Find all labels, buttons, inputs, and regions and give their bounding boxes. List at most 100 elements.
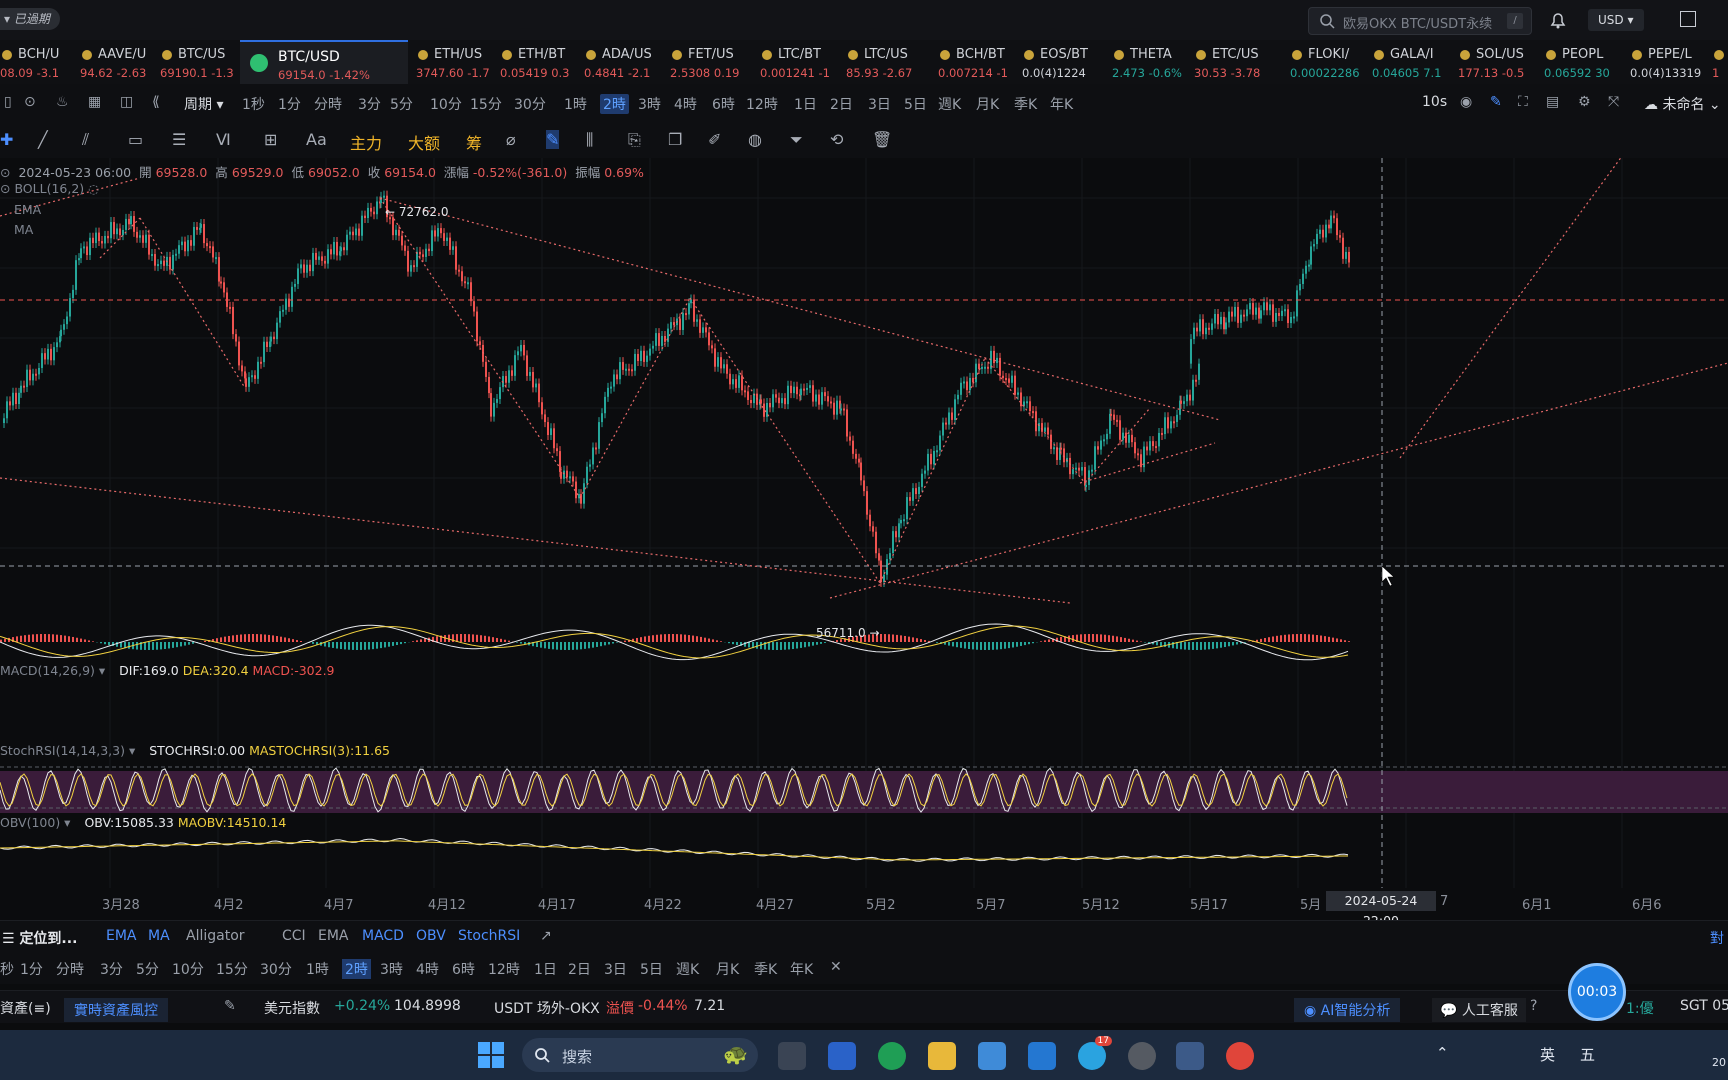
indicator-item[interactable]: OBV	[416, 928, 446, 944]
meeting-icon[interactable]	[1028, 1042, 1056, 1070]
bottom-timeframe-item[interactable]: 分時	[56, 959, 84, 979]
camera-icon[interactable]: ◉	[1460, 94, 1472, 110]
bottom-timeframe-item[interactable]: 3日	[604, 959, 627, 979]
bottom-timeframe-item[interactable]: 12時	[488, 959, 520, 979]
recording-timer[interactable]: 00:03	[1568, 963, 1626, 1021]
ticker-tab[interactable]: BTC/US 69190.1 -1.3	[160, 40, 238, 84]
timeframe-item[interactable]: 2日	[830, 94, 853, 114]
ticker-tab[interactable]: PEOPL 0.06592 30	[1544, 40, 1628, 84]
settings-icon[interactable]: ⚙	[1578, 94, 1591, 110]
timeframe-item[interactable]: 月K	[976, 94, 999, 114]
bottom-timeframe-item[interactable]: 1日	[534, 959, 557, 979]
timeframe-item[interactable]: 15分	[470, 94, 502, 114]
timeframe-item[interactable]: 5日	[904, 94, 927, 114]
note-icon[interactable]: ✐	[708, 130, 721, 149]
ticker-tab[interactable]: EOS/BT 0.0(4)1224	[1022, 40, 1110, 84]
ticker-tab[interactable]: ETH/BT 0.05419 0.3	[500, 40, 582, 84]
clipboard-icon[interactable]: ⎘	[628, 130, 641, 150]
bottom-timeframe-item[interactable]: 10分	[172, 959, 204, 979]
candles-icon[interactable]: ⫼	[586, 130, 593, 150]
bottom-timeframe-item[interactable]: 年K	[790, 959, 813, 979]
ruler-icon[interactable]: ⌀	[506, 130, 516, 149]
ticker-tab[interactable]: THETA 2.473 -0.6%	[1112, 40, 1192, 84]
channel-tool-icon[interactable]: ⫽	[82, 130, 89, 150]
bottom-timeframe-item[interactable]: 2時	[342, 959, 371, 979]
bottom-timeframe-item[interactable]: 4時	[416, 959, 439, 979]
timeframe-item[interactable]: 4時	[674, 94, 697, 114]
magnet-icon[interactable]: ◍	[748, 130, 762, 149]
close-icon[interactable]: ✕	[830, 959, 842, 975]
currency-select[interactable]: USD ▾	[1588, 9, 1644, 31]
timeframe-item[interactable]: 1日	[794, 94, 817, 114]
clock-icon[interactable]: ⊙	[24, 94, 36, 110]
timeframe-item[interactable]: 2時	[600, 94, 629, 114]
ticker-tab[interactable]: FLOKI/0.00022286	[1290, 40, 1370, 84]
price-chart[interactable]	[0, 158, 1728, 888]
language-indicator[interactable]: 英	[1540, 1044, 1555, 1065]
bottom-timeframe-item[interactable]: 6時	[452, 959, 475, 979]
mail-icon[interactable]	[978, 1042, 1006, 1070]
timeframe-item[interactable]: 30分	[514, 94, 546, 114]
timeframe-item[interactable]: 1時	[564, 94, 587, 114]
timeframe-item[interactable]: 3時	[638, 94, 661, 114]
edit-icon[interactable]: ✎	[224, 998, 236, 1014]
timeframe-item[interactable]: 3分	[358, 94, 381, 114]
bell-icon[interactable]	[1548, 10, 1568, 30]
fire-icon[interactable]: ♨	[56, 94, 69, 110]
obv-legend[interactable]: OBV(100) ▾ OBV:15085.33 MAOBV:14510.14	[0, 815, 286, 830]
stochrsi-legend[interactable]: StochRSI(14,14,3,3) ▾ STOCHRSI:0.00 MAST…	[0, 743, 390, 758]
calendar-icon[interactable]: ▦	[88, 94, 101, 110]
macd-legend[interactable]: MACD(14,26,9) ▾ DIF:169.0 DEA:320.4 MACD…	[0, 663, 335, 678]
chevron-up-icon[interactable]: ⌃	[1436, 1044, 1449, 1062]
main-force-button[interactable]: 主力	[350, 130, 382, 154]
assets-label[interactable]: 資產(≡)	[0, 998, 51, 1018]
ticker-tab[interactable]: AAVE/U 94.62 -2.63	[80, 40, 158, 84]
measure-tool-icon[interactable]: ⊞	[264, 130, 277, 149]
ai-analysis-button[interactable]: ◉ AI智能分析	[1294, 998, 1401, 1022]
folder-icon[interactable]	[928, 1042, 956, 1070]
store-icon[interactable]	[828, 1042, 856, 1070]
fullscreen-icon[interactable]: ⛶	[1518, 94, 1528, 110]
edge-icon[interactable]	[878, 1042, 906, 1070]
ticker-tab[interactable]: BCH/BT 0.007214 -1	[938, 40, 1020, 84]
indicator-item[interactable]: EMA	[106, 928, 137, 944]
ticker-tab[interactable]: SOL/US 177.13 -0.5	[1458, 40, 1542, 84]
bottom-timeframe-item[interactable]: 秒	[0, 959, 14, 979]
trash-icon[interactable]: 🗑	[872, 130, 892, 149]
text-tool[interactable]: Aa	[306, 130, 327, 149]
ticker-tab[interactable]: ADA/US 0.4841 -2.1	[584, 40, 668, 84]
boll-indicator[interactable]: ⊙ BOLL(16,2) ◌	[0, 181, 99, 196]
bottom-timeframe-item[interactable]: 1時	[306, 959, 329, 979]
ticker-tab[interactable]: GALA/I 0.04605 7.1	[1372, 40, 1456, 84]
timezone[interactable]: SGT 05	[1680, 998, 1728, 1014]
ma-indicator[interactable]: MA	[14, 222, 33, 237]
timeframe-item[interactable]: 週K	[938, 94, 961, 114]
indicator-item[interactable]: EMA	[318, 928, 349, 944]
windows-start-icon[interactable]	[478, 1042, 504, 1068]
expand-icon[interactable]: ⤧	[1608, 94, 1619, 110]
help-icon[interactable]: ?	[1530, 998, 1537, 1014]
timeframe-item[interactable]: 分時	[314, 94, 342, 114]
indicator-item[interactable]: StochRSI	[458, 928, 520, 944]
ticker-tab[interactable]: BTC/USD 69154.0 -1.42%	[240, 40, 408, 86]
bottom-timeframe-item[interactable]: 季K	[754, 959, 777, 979]
risk-control-button[interactable]: 實時資產風控	[64, 998, 168, 1022]
taskbar-search[interactable]: 搜索 🐢	[522, 1038, 758, 1072]
timeframe-item[interactable]: 年K	[1050, 94, 1073, 114]
bottom-timeframe-item[interactable]: 5分	[136, 959, 159, 979]
timeframe-item[interactable]: 6時	[712, 94, 735, 114]
app-icon[interactable]	[1128, 1042, 1156, 1070]
bottom-timeframe-item[interactable]: 週K	[676, 959, 699, 979]
layout-icon[interactable]: ◫	[120, 94, 133, 110]
timeframe-item[interactable]: 3日	[868, 94, 891, 114]
timeframe-item[interactable]: 季K	[1014, 94, 1037, 114]
fib-tool-icon[interactable]: ☰	[172, 130, 186, 149]
pen-icon[interactable]: ✎	[1490, 94, 1502, 110]
bottom-timeframe-item[interactable]: 2日	[568, 959, 591, 979]
bottom-timeframe-item[interactable]: 3時	[380, 959, 403, 979]
ticker-tab[interactable]: PEPE/L 0.0(4)13319	[1630, 40, 1710, 84]
rectangle-tool-icon[interactable]: ▭	[128, 130, 143, 149]
task-view-icon[interactable]	[778, 1042, 806, 1070]
indicator-item[interactable]: Alligator	[186, 928, 245, 944]
trading-app-icon[interactable]	[1176, 1042, 1204, 1070]
